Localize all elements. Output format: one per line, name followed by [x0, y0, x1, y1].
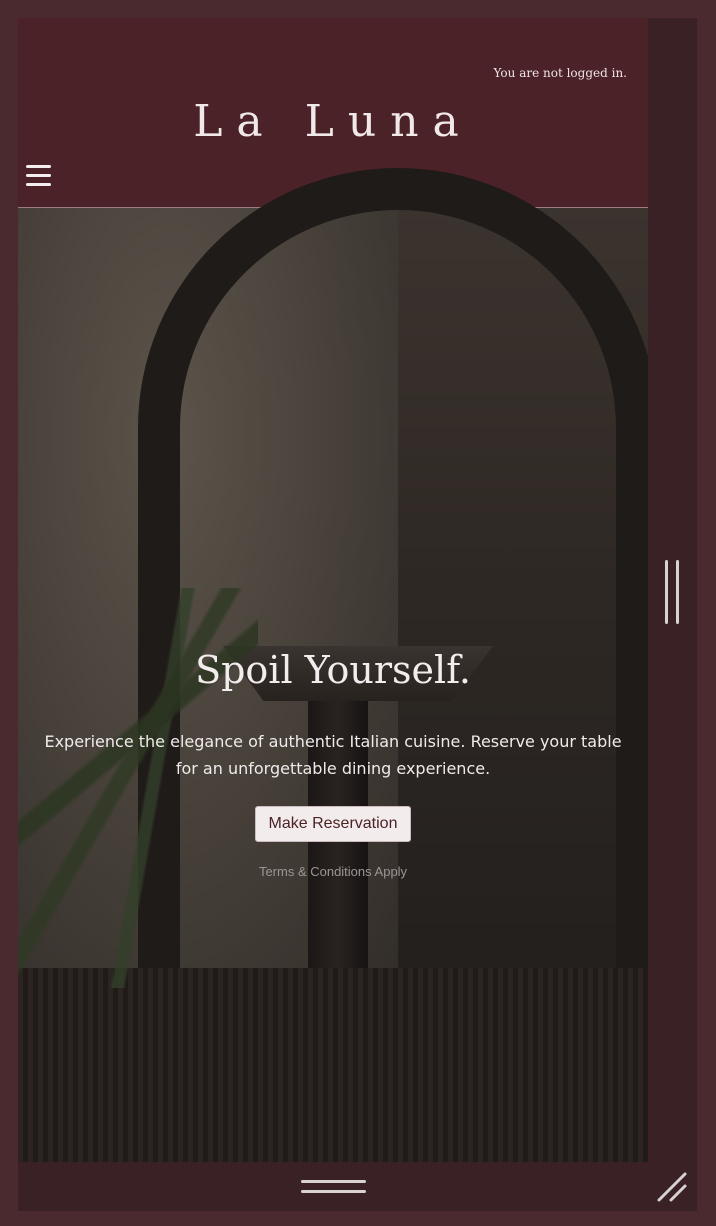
resize-corner-icon[interactable]: [655, 1170, 689, 1204]
hero-subtitle: Experience the elegance of authentic Ita…: [44, 732, 622, 778]
hero-background-panelling: [18, 968, 648, 1162]
terms-link[interactable]: Terms & Conditions Apply: [18, 864, 648, 879]
brand-logo[interactable]: La Luna: [18, 96, 648, 147]
page-viewport: You are not logged in. La Luna Spoil You…: [18, 18, 648, 1162]
login-status: You are not logged in.: [493, 66, 627, 80]
hero-section: Spoil Yourself. Experience the elegance …: [18, 168, 648, 1162]
hamburger-menu-icon[interactable]: [26, 165, 51, 186]
hero-content: Spoil Yourself. Experience the elegance …: [18, 648, 648, 879]
make-reservation-button[interactable]: Make Reservation: [254, 806, 412, 842]
horizontal-drag-handle-icon[interactable]: [301, 1180, 366, 1196]
vertical-drag-handle-icon[interactable]: [664, 560, 680, 624]
hero-title: Spoil Yourself.: [195, 648, 471, 692]
